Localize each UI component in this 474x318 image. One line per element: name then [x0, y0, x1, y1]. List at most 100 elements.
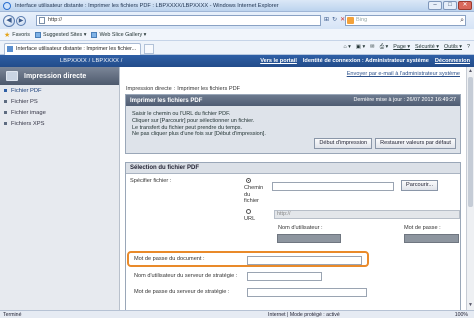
last-update: Dernière mise à jour : 26/07 2012 16:49:…: [353, 97, 457, 103]
sidebar-item-image[interactable]: Fichier image: [0, 107, 119, 118]
address-tools: ⊞ ↻ ✕: [324, 16, 345, 23]
suggested-sites-icon: [34, 31, 41, 38]
radio-file-path[interactable]: [246, 178, 251, 183]
url-input[interactable]: http://: [36, 15, 321, 26]
mail-icon[interactable]: ✉: [370, 44, 375, 51]
window-title-bar: Interface utilisateur distante : Imprime…: [0, 0, 474, 12]
favorites-item-label: Web Slice Gallery ▾: [99, 31, 147, 38]
browse-button[interactable]: Parcourir...: [401, 180, 439, 191]
compat-icon[interactable]: ⊞: [324, 16, 329, 23]
password-label: Mot de passe :: [404, 225, 441, 231]
home-icon[interactable]: ⌂ ▾: [343, 44, 350, 51]
favorites-label[interactable]: Favoris: [12, 32, 30, 38]
tools-menu[interactable]: Outils ▾: [444, 44, 462, 51]
sidebar-item-xps[interactable]: Fichiers XPS: [0, 118, 119, 129]
top-links: Envoyer par e-mail à l'administrateur sy…: [121, 67, 466, 85]
policy-password-label: Mot de passe du serveur de stratégie :: [134, 289, 230, 295]
sidebar-item-label: Fichier PS: [11, 98, 38, 105]
close-button[interactable]: ✕: [458, 1, 472, 10]
sidebar-item-label: Fichier image: [11, 109, 46, 116]
radio-file-path-label: Chemin du fichier: [244, 185, 264, 204]
doc-password-label: Mot de passe du document :: [134, 256, 205, 262]
policy-password-input[interactable]: [247, 288, 367, 297]
bullet-icon: [4, 111, 7, 114]
scroll-thumb[interactable]: [468, 77, 473, 207]
security-menu[interactable]: Sécurité ▾: [415, 44, 439, 51]
vertical-scrollbar[interactable]: ▲ ▼: [466, 67, 474, 310]
instructions-panel: Saisir le chemin ou l'URL du fichier PDF…: [126, 106, 460, 153]
doc-password-input[interactable]: [247, 256, 362, 265]
favorites-item-suggested[interactable]: Suggested Sites ▾: [34, 31, 87, 38]
ie-logo-icon: [3, 1, 11, 10]
app-header: LBPXXXX / LBPXXXX / Vers le portail Iden…: [0, 55, 474, 67]
tab-label: Interface utilisateur distante : Imprime…: [16, 46, 137, 52]
scroll-down-icon[interactable]: ▼: [467, 302, 474, 309]
tab-favicon-icon: [7, 46, 13, 52]
breadcrumb-root[interactable]: Impression directe: [126, 86, 172, 92]
command-bar: Interface utilisateur distante : Imprime…: [0, 41, 474, 55]
help-menu[interactable]: ?: [467, 44, 470, 51]
favorites-star-icon[interactable]: ★: [4, 31, 10, 39]
search-icon[interactable]: ⌕: [460, 16, 464, 25]
scroll-up-icon[interactable]: ▲: [467, 68, 474, 75]
print-icon[interactable]: ⎙ ▾: [380, 44, 389, 51]
refresh-icon[interactable]: ↻: [332, 16, 337, 23]
address-bar: ◀ ▶ http:// ⊞ ↻ ✕ Bing ⌕: [0, 12, 474, 29]
section-title: Sélection du fichier PDF: [126, 163, 460, 174]
window-title: Interface utilisateur distante : Imprime…: [15, 2, 279, 9]
direct-print-icon: [6, 71, 18, 81]
bing-icon: [347, 17, 354, 24]
sidebar: Impression directe Fichier PDF Fichier P…: [0, 67, 120, 310]
policy-username-label: Nom d'utilisateur du serveur de stratégi…: [134, 273, 238, 279]
back-arrow-icon: ◀: [6, 16, 12, 24]
sidebar-title-text: Impression directe: [24, 72, 87, 80]
page-panel: Imprimer les fichiers PDF Dernière mise …: [125, 94, 461, 154]
browser-tab[interactable]: Interface utilisateur distante : Imprime…: [4, 43, 141, 55]
feeds-icon[interactable]: ▣ ▾: [356, 44, 365, 51]
url-password-field[interactable]: [404, 234, 459, 243]
security-zone: Internet | Mode protégé : activé: [268, 312, 340, 318]
minimize-button[interactable]: –: [428, 1, 442, 10]
username-label: Nom d'utilisateur :: [278, 225, 323, 231]
file-selection-section: Sélection du fichier PDF Spécifier fichi…: [125, 162, 461, 310]
restore-defaults-button[interactable]: Restaurer valeurs par défaut: [375, 138, 456, 149]
zoom-level[interactable]: 100%: [455, 312, 468, 318]
breadcrumb: Impression directe: Imprimer les fichiers…: [121, 85, 466, 94]
sidebar-item-pdf[interactable]: Fichier PDF: [0, 85, 119, 96]
page-icon: [39, 17, 45, 24]
main-content: Envoyer par e-mail à l'administrateur sy…: [121, 67, 466, 310]
search-engine-label: Bing: [356, 17, 368, 23]
status-bar: Terminé Internet | Mode protégé : activé…: [0, 310, 474, 318]
bullet-icon: [4, 89, 7, 92]
forward-button[interactable]: ▶: [16, 15, 26, 26]
radio-url-label: URL: [244, 216, 256, 222]
page-title-bar: Imprimer les fichiers PDF Dernière mise …: [126, 95, 460, 106]
page-menu[interactable]: Page ▾: [393, 44, 410, 51]
url-field[interactable]: http://: [274, 210, 460, 219]
mail-admin-link[interactable]: Envoyer par e-mail à l'administrateur sy…: [347, 71, 460, 77]
back-button[interactable]: ◀: [3, 14, 15, 27]
new-tab-button[interactable]: [144, 44, 154, 54]
bullet-icon: [4, 122, 7, 125]
status-text: Terminé: [3, 312, 22, 318]
sidebar-item-ps[interactable]: Fichier PS: [0, 96, 119, 107]
favorites-item-label: Suggested Sites ▾: [42, 31, 87, 38]
logout-link[interactable]: Déconnexion: [435, 58, 470, 64]
policy-username-input[interactable]: [247, 272, 322, 281]
url-username-field[interactable]: [277, 234, 341, 243]
url-text: http://: [48, 17, 62, 23]
breadcrumb-current: Imprimer les fichiers PDF: [177, 86, 241, 92]
portal-link[interactable]: Vers le portail: [260, 58, 297, 64]
command-menu: ⌂ ▾ ▣ ▾ ✉ ⎙ ▾ Page ▾ Sécurité ▾ Outils ▾…: [343, 44, 470, 51]
file-path-input[interactable]: [272, 182, 394, 191]
bullet-icon: [4, 100, 7, 103]
favorites-bar: ★ Favoris Suggested Sites ▾ Web Slice Ga…: [0, 29, 474, 41]
page-title: Imprimer les fichiers PDF: [130, 97, 203, 104]
radio-url[interactable]: [246, 209, 251, 214]
search-input[interactable]: Bing ⌕: [345, 15, 466, 26]
maximize-button[interactable]: □: [443, 1, 457, 10]
start-print-button[interactable]: Début d'impression: [314, 138, 373, 149]
instruction-line: Cliquer sur [Parcourir] pour sélectionne…: [132, 117, 255, 124]
sidebar-title: Impression directe: [0, 67, 119, 85]
favorites-item-webslice[interactable]: Web Slice Gallery ▾: [91, 31, 147, 38]
